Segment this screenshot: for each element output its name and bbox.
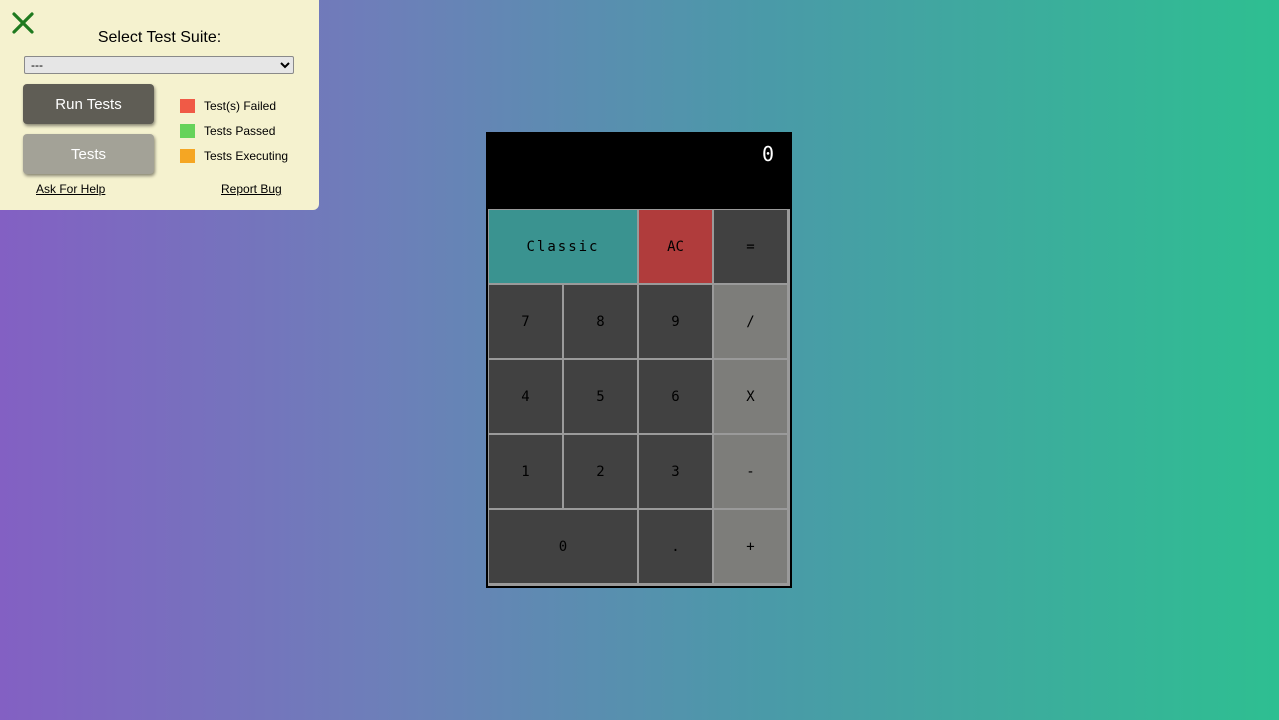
equals-button[interactable]: = [713, 209, 788, 284]
test-suite-select[interactable]: --- [24, 56, 294, 74]
keypad: Classic AC = 7 8 9 / 4 5 6 X 1 2 3 - 0 .… [488, 209, 790, 586]
report-bug-link[interactable]: Report Bug [221, 182, 282, 196]
test-legend: Test(s) Failed Tests Passed Tests Execut… [180, 93, 288, 168]
divide-button[interactable]: / [713, 284, 788, 359]
legend-item-passed: Tests Passed [180, 118, 288, 143]
add-button[interactable]: + [713, 509, 788, 584]
legend-label: Test(s) Failed [204, 98, 277, 113]
digit-1-button[interactable]: 1 [488, 434, 563, 509]
digit-5-button[interactable]: 5 [563, 359, 638, 434]
digit-0-button[interactable]: 0 [488, 509, 638, 584]
calculator: 0 Classic AC = 7 8 9 / 4 5 6 X 1 2 3 - 0… [486, 132, 792, 588]
test-panel: Select Test Suite: --- Run Tests Tests T… [0, 0, 319, 210]
tests-button[interactable]: Tests [23, 134, 154, 174]
ask-for-help-link[interactable]: Ask For Help [36, 182, 105, 196]
digit-4-button[interactable]: 4 [488, 359, 563, 434]
digit-3-button[interactable]: 3 [638, 434, 713, 509]
digit-8-button[interactable]: 8 [563, 284, 638, 359]
digit-6-button[interactable]: 6 [638, 359, 713, 434]
legend-label: Tests Passed [204, 123, 276, 138]
digit-2-button[interactable]: 2 [563, 434, 638, 509]
passed-swatch-icon [180, 123, 195, 138]
clear-button[interactable]: AC [638, 209, 713, 284]
decimal-button[interactable]: . [638, 509, 713, 584]
failed-swatch-icon [180, 98, 195, 113]
suite-label: Select Test Suite: [97, 29, 222, 46]
run-tests-button[interactable]: Run Tests [23, 84, 154, 124]
executing-swatch-icon [180, 148, 195, 163]
digit-9-button[interactable]: 9 [638, 284, 713, 359]
digit-7-button[interactable]: 7 [488, 284, 563, 359]
mode-classic-button[interactable]: Classic [488, 209, 638, 284]
multiply-button[interactable]: X [713, 359, 788, 434]
subtract-button[interactable]: - [713, 434, 788, 509]
legend-label: Tests Executing [204, 148, 289, 163]
legend-item-executing: Tests Executing [180, 143, 288, 168]
legend-item-failed: Test(s) Failed [180, 93, 288, 118]
calculator-display: 0 [761, 142, 774, 166]
